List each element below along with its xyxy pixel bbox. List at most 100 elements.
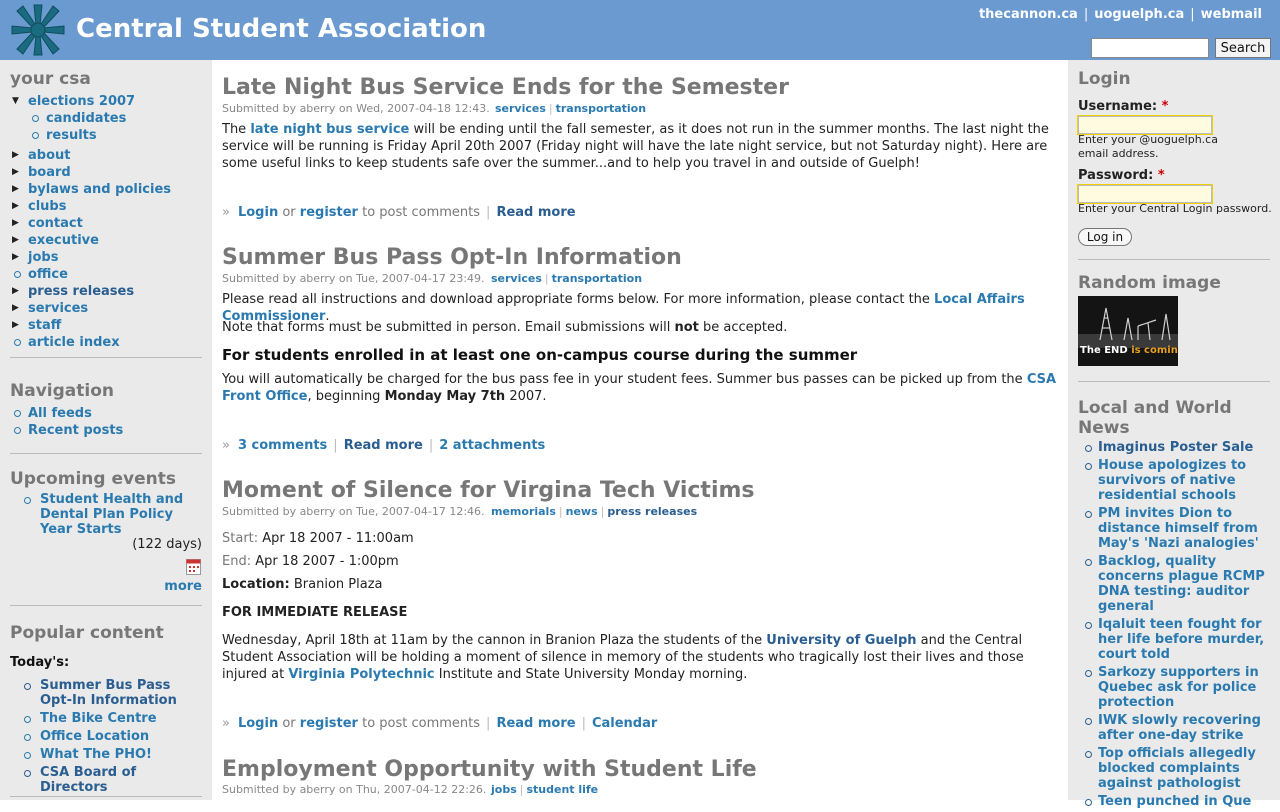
read-more-link[interactable]: Read more (344, 438, 423, 453)
news-item[interactable]: Iqaluit teen fought for her life before … (1078, 617, 1270, 662)
login-link[interactable]: Login (238, 716, 278, 731)
calendar-icon[interactable] (186, 559, 201, 575)
post-title[interactable]: Employment Opportunity with Student Life (222, 757, 757, 782)
uoguelph-link[interactable]: uoguelph.ca (1094, 7, 1184, 22)
menu-item-all-feeds[interactable]: All feeds (12, 405, 207, 422)
term-link[interactable]: jobs (491, 783, 517, 796)
search-input[interactable] (1091, 38, 1209, 58)
term-link[interactable]: transportation (556, 102, 646, 115)
term-link[interactable]: press releases (607, 505, 697, 518)
news-item[interactable]: PM invites Dion to distance himself from… (1078, 506, 1270, 551)
read-more-link[interactable]: Read more (496, 716, 575, 731)
news-item[interactable]: Imaginus Poster Sale (1078, 440, 1270, 455)
term-link[interactable]: services (495, 102, 546, 115)
term-link[interactable]: services (491, 272, 542, 285)
end-label: End: (222, 554, 252, 569)
popular-item[interactable]: Office Location (12, 729, 202, 744)
popular-item[interactable]: The Bike Centre (12, 711, 202, 726)
main-content: Late Night Bus Service Ends for the Seme… (212, 60, 1068, 800)
username-field[interactable] (1077, 115, 1213, 135)
to-post-text: to post comments (362, 716, 481, 731)
menu-item-services[interactable]: ▶ services (12, 300, 207, 317)
menu-item-bylaws[interactable]: ▶ bylaws and policies (12, 181, 207, 198)
event-link[interactable]: Student Health and Dental Plan Policy Ye… (40, 492, 202, 537)
collapsed-arrow-icon: ▶ (12, 167, 19, 177)
menu-item-contact[interactable]: ▶ contact (12, 215, 207, 232)
news-item[interactable]: Backlog, quality concerns plague RCMP DN… (1078, 554, 1270, 614)
navigation-title: Navigation (10, 381, 114, 401)
bullet-icon (24, 734, 31, 741)
calendar-link[interactable]: Calendar (592, 716, 657, 731)
term-link[interactable]: news (566, 505, 598, 518)
menu-item-article-index[interactable]: article index (12, 334, 207, 351)
term-separator: | (600, 505, 605, 518)
popular-item[interactable]: CSA Board of Directors (12, 765, 202, 795)
register-link[interactable]: register (300, 716, 358, 731)
login-link[interactable]: Login (238, 205, 278, 220)
label-text: Username: (1078, 99, 1158, 114)
bullet-icon (14, 271, 21, 278)
or-text: or (282, 716, 296, 731)
news-item[interactable]: Sarkozy supporters in Quebec ask for pol… (1078, 665, 1270, 710)
menu-item-office[interactable]: office (12, 266, 207, 283)
read-more-link[interactable]: Read more (496, 205, 575, 220)
start-value: Apr 18 2007 - 11:00am (262, 531, 414, 546)
news-item-label: Backlog, quality concerns plague RCMP DN… (1098, 554, 1265, 614)
menu-label: elections 2007 (28, 94, 136, 109)
body-bold: Monday May 7th (384, 389, 506, 404)
start-label: Start: (222, 531, 259, 546)
menu-item-board[interactable]: ▶ board (12, 164, 207, 181)
menu-item-clubs[interactable]: ▶ clubs (12, 198, 207, 215)
divider (10, 357, 202, 358)
comments-link[interactable]: 3 comments (238, 438, 327, 453)
password-field[interactable] (1077, 184, 1213, 204)
menu-item-jobs[interactable]: ▶ jobs (12, 249, 207, 266)
popular-item-label: Summer Bus Pass Opt-In Information (40, 678, 177, 708)
menu-item-executive[interactable]: ▶ executive (12, 232, 207, 249)
or-text: or (282, 205, 296, 220)
popular-item[interactable]: What The PHO! (12, 747, 202, 762)
webmail-link[interactable]: webmail (1201, 7, 1262, 22)
news-item[interactable]: IWK slowly recovering after one-day stri… (1078, 713, 1270, 743)
menu-item-elections[interactable]: ▼ elections 2007 (12, 93, 207, 110)
term-link[interactable]: transportation (552, 272, 642, 285)
body-link[interactable]: late night bus service (250, 122, 409, 137)
menu-item-results[interactable]: results (12, 127, 207, 144)
csa-logo-icon[interactable] (10, 3, 66, 57)
term-link[interactable]: memorials (491, 505, 556, 518)
news-item[interactable]: House apologizes to survivors of native … (1078, 458, 1270, 503)
login-button[interactable]: Log in (1078, 228, 1132, 246)
events-more-link[interactable]: more (164, 579, 202, 594)
thecannon-link[interactable]: thecannon.ca (979, 7, 1078, 22)
register-link[interactable]: register (300, 205, 358, 220)
news-item-label: IWK slowly recovering after one-day stri… (1098, 713, 1261, 743)
post-links: » Login or register to post comments | Read… (222, 716, 657, 731)
menu-item-press-releases[interactable]: ▶ press releases (12, 283, 207, 300)
search-button[interactable]: Search (1215, 38, 1271, 58)
link-separator: | (486, 205, 491, 220)
site-name[interactable]: Central Student Association (76, 14, 486, 44)
post-title[interactable]: Late Night Bus Service Ends for the Seme… (222, 75, 789, 100)
news-item[interactable]: Teen punched in Que (1078, 794, 1270, 809)
term-separator: | (558, 505, 563, 518)
post-body: Wednesday, April 18th at 11am by the can… (222, 632, 1062, 683)
body-text: 2007. (505, 389, 547, 404)
random-image[interactable]: The END is coming! (1078, 296, 1178, 366)
term-link[interactable]: student life (526, 783, 598, 796)
attachments-link[interactable]: 2 attachments (439, 438, 545, 453)
menu-item-staff[interactable]: ▶ staff (12, 317, 207, 334)
menu-item-candidates[interactable]: candidates (12, 110, 207, 127)
news-item[interactable]: Top officials allegedly blocked complain… (1078, 746, 1270, 791)
your-csa-title: your csa (10, 69, 91, 89)
post-title[interactable]: Summer Bus Pass Opt-In Information (222, 245, 682, 270)
release-heading: FOR IMMEDIATE RELEASE (222, 605, 408, 620)
popular-item[interactable]: Summer Bus Pass Opt-In Information (12, 678, 202, 708)
menu-label: about (28, 148, 71, 163)
body-link[interactable]: Virginia Polytechnic (288, 667, 434, 682)
menu-item-about[interactable]: ▶ about (12, 147, 207, 164)
menu-item-recent-posts[interactable]: Recent posts (12, 422, 207, 439)
login-title: Login (1078, 69, 1131, 89)
body-link[interactable]: University of Guelph (766, 633, 916, 648)
menu-label: All feeds (28, 406, 92, 421)
post-title[interactable]: Moment of Silence for Virgina Tech Victi… (222, 478, 755, 503)
